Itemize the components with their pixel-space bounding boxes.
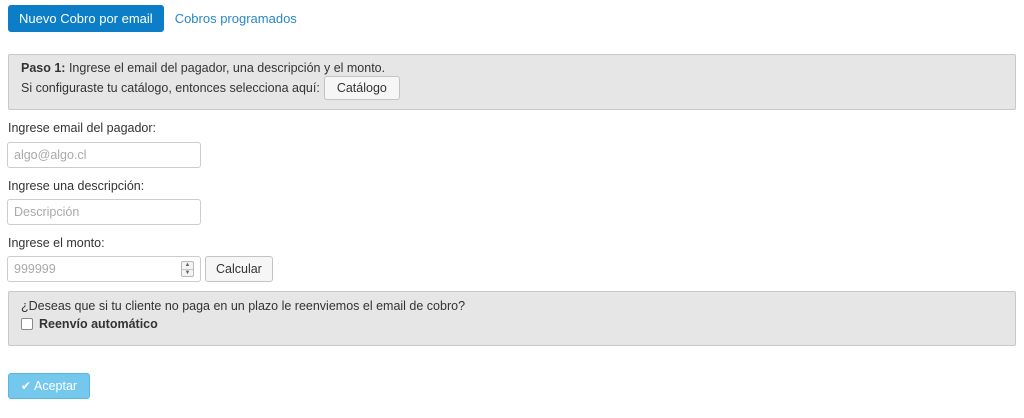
page: Nuevo Cobro por email Cobros programados…	[0, 0, 1024, 418]
catalog-button[interactable]: Catálogo	[323, 76, 400, 100]
auto-resend-label[interactable]: Reenvío automático	[39, 317, 158, 331]
tab-new-email-charge[interactable]: Nuevo Cobro por email	[8, 5, 164, 32]
amount-stepper[interactable]: ▲ ▼	[181, 261, 194, 277]
accept-label: Aceptar	[33, 379, 78, 393]
step-instructions-panel: Paso 1: Ingrese el email del pagador, un…	[8, 54, 1016, 110]
calculate-button[interactable]: Calcular	[205, 256, 273, 282]
tab-bar: Nuevo Cobro por email Cobros programados	[8, 5, 297, 32]
step-text: Ingrese el email del pagador, una descri…	[65, 61, 386, 75]
description-input[interactable]	[7, 199, 201, 225]
auto-resend-question: ¿Deseas que si tu cliente no paga en un …	[21, 299, 466, 313]
email-input[interactable]	[7, 142, 201, 168]
email-label: Ingrese email del pagador:	[8, 121, 157, 135]
check-icon: ✔	[20, 379, 31, 393]
catalog-text: Si configuraste tu catálogo, entonces se…	[21, 81, 320, 95]
stepper-down-icon[interactable]: ▼	[182, 268, 193, 277]
step-number: Paso 1:	[21, 61, 66, 75]
amount-label: Ingrese el monto:	[8, 236, 105, 250]
auto-resend-row: Reenvío automático	[21, 317, 1003, 331]
accept-button[interactable]: ✔ Aceptar	[8, 373, 90, 399]
description-label: Ingrese una descripción:	[8, 179, 145, 193]
amount-input[interactable]	[7, 256, 201, 282]
tab-scheduled-charges[interactable]: Cobros programados	[175, 5, 297, 32]
auto-resend-panel: ¿Deseas que si tu cliente no paga en un …	[8, 291, 1016, 346]
auto-resend-checkbox[interactable]	[21, 318, 33, 330]
step-instruction: Paso 1: Ingrese el email del pagador, un…	[21, 61, 1003, 75]
catalog-row: Si configuraste tu catálogo, entonces se…	[21, 76, 1003, 100]
